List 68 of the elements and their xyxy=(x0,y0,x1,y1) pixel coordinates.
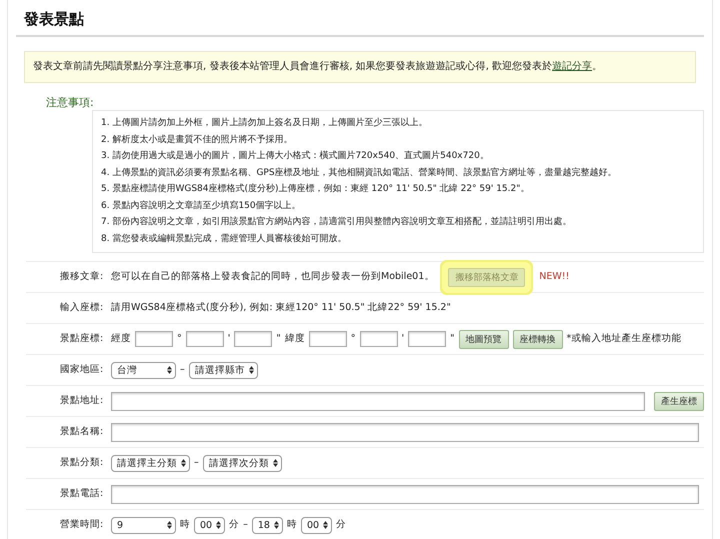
dropdown[interactable]: 00 xyxy=(300,516,332,534)
field-text: " xyxy=(276,332,281,346)
field-text: ° xyxy=(177,332,182,346)
note-item: 4. 上傳景點的資訊必須要有景點名稱、GPS座標及地址，其他相關資訊如電話、營業時間、該景點官方網址等，盡量越完整越好。 xyxy=(101,166,618,180)
field-text: – xyxy=(243,518,248,532)
input-field[interactable] xyxy=(111,484,699,504)
field-label: 營業時間: xyxy=(60,518,104,532)
travel-share-link[interactable]: 遊記分享 xyxy=(552,61,592,72)
note-item: 1. 上傳圖片請勿加上外框，圖片上請勿加上簽名及日期，上傳圖片至少三張以上。 xyxy=(101,116,428,130)
field-text: 時 xyxy=(286,518,297,532)
input-field[interactable] xyxy=(360,331,398,347)
field-text: 請用WGS84座標格式(度分秒), 例如: 東經120° 11' 50.5" 北緯22° 59' 15.2" xyxy=(111,301,451,315)
notice-text: 發表文章前請先閱讀景點分享注意事項, 發表後本站管理人員會進行審核, 如果您要發表旅遊遊記或心得, 歡迎您發表於遊記分享。 xyxy=(33,61,602,72)
field-label: 景點分類: xyxy=(60,456,104,470)
field-text: *或輸入地址產生座標功能 xyxy=(566,332,682,346)
new-label: NEW!! xyxy=(539,270,570,284)
field-label: 輸入座標: xyxy=(60,301,104,315)
updown-arrows-icon xyxy=(248,366,254,374)
field-text: 您可以在自己的部落格上發表食記的同時，也同步發表一份到Mobile01。 xyxy=(111,270,434,284)
dropdown[interactable]: 18 xyxy=(252,516,283,534)
updown-arrows-icon xyxy=(167,521,172,529)
note-item: 5. 景點座標請使用WGS84座標格式(度分秒)上傳座標，例如：東經 120° 11' 50.5" 北緯 22° 59' 15.2"。 xyxy=(101,182,530,196)
dropdown[interactable]: 00 xyxy=(194,516,226,534)
field-text: – xyxy=(180,363,185,377)
input-field[interactable] xyxy=(308,331,347,347)
input-field[interactable] xyxy=(186,331,224,347)
note-item: 6. 景點內容說明之文章請至少填寫150個字以上。 xyxy=(101,200,302,212)
dropdown[interactable]: 台灣 xyxy=(111,362,176,378)
input-field[interactable] xyxy=(135,331,173,347)
field-label: 景點名稱: xyxy=(60,425,104,439)
dropdown[interactable]: 請選擇縣市 xyxy=(188,362,258,378)
notes-label: 注意事項: xyxy=(46,95,94,110)
input-field[interactable] xyxy=(111,392,645,410)
field-text: ' xyxy=(402,332,404,346)
field-label: 景點地址: xyxy=(60,394,104,408)
field-text: ' xyxy=(228,332,230,346)
action-button[interactable]: 地圖預覽 xyxy=(458,330,508,348)
input-field[interactable] xyxy=(408,331,446,347)
field-text: 分 xyxy=(336,518,346,532)
field-label: 搬移文章: xyxy=(60,270,104,284)
field-text: 分 xyxy=(229,518,240,532)
updown-arrows-icon xyxy=(167,366,172,374)
note-item: 7. 部份內容說明之文章，如引用該景點官方網站內容，請適當引用與整體內容說明文章互相搭配，並請註明引用出處。 xyxy=(101,216,572,229)
updown-arrows-icon xyxy=(323,521,328,529)
dropdown[interactable]: 請選擇次分類 xyxy=(202,454,282,472)
updown-arrows-icon xyxy=(181,459,186,467)
action-button[interactable]: 產生座標 xyxy=(654,392,704,410)
field-text: – xyxy=(194,456,199,470)
field-text: 時 xyxy=(180,518,190,532)
action-button[interactable]: 座標轉換 xyxy=(512,330,562,348)
field-text: 經度 xyxy=(111,332,131,346)
field-label: 景點電話: xyxy=(60,487,104,501)
dropdown[interactable]: 9 xyxy=(111,516,176,534)
field-label: 景點座標: xyxy=(60,332,104,346)
note-item: 3. 請勿使用過大或是過小的圖片，圖片上傳大小格式：橫式圖片720x540、直式圖片540x720。 xyxy=(101,150,490,163)
input-field[interactable] xyxy=(234,331,272,347)
field-text: " xyxy=(450,332,454,346)
input-field[interactable] xyxy=(111,422,699,442)
field-label: 國家地區: xyxy=(60,363,104,377)
field-text: ° xyxy=(350,332,356,346)
note-item: 8. 當您發表或編輯景點完成，需經管理人員審核後始可開放。 xyxy=(101,232,348,246)
updown-arrows-icon xyxy=(274,521,279,529)
dropdown[interactable]: 請選擇主分類 xyxy=(111,454,190,472)
updown-arrows-icon xyxy=(272,459,278,467)
field-text: 緯度 xyxy=(284,332,305,346)
updown-arrows-icon xyxy=(216,521,222,529)
page-title: 發表景點 xyxy=(16,0,704,37)
note-item: 2. 解析度太小或是畫質不佳的照片將不予採用。 xyxy=(101,134,294,146)
